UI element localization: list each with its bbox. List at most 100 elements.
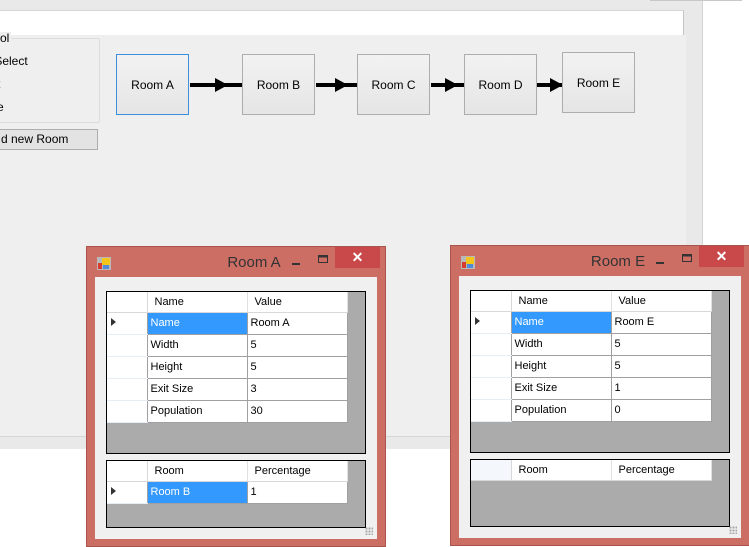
room-properties-grid[interactable]: Name Value Name Room E Width 5 Height 5 (470, 290, 730, 453)
property-name-cell[interactable]: Width (147, 334, 248, 357)
arrow-head-icon (215, 78, 228, 92)
current-row-icon (111, 487, 116, 495)
table-row[interactable]: Room B 1 (107, 481, 348, 504)
room-node-label: Room C (371, 77, 416, 92)
window-control-button[interactable] (650, 0, 742, 1)
arrow-head-icon (445, 78, 458, 92)
property-name-cell[interactable]: Height (511, 355, 612, 378)
table-row[interactable]: Name Room E (471, 311, 712, 334)
exit-percentage-cell[interactable]: 1 (247, 481, 348, 504)
row-header[interactable] (107, 481, 148, 504)
row-header[interactable] (471, 311, 512, 334)
row-header[interactable] (471, 399, 512, 422)
grid-header-row: Name Value (107, 292, 348, 313)
maximize-icon[interactable] (316, 252, 330, 268)
column-header-percentage[interactable]: Percentage (247, 461, 348, 482)
room-node-c[interactable]: Room C (357, 54, 430, 115)
tool-option-select[interactable]: /Select (0, 54, 28, 68)
property-value-cell[interactable]: Room A (247, 312, 348, 335)
property-value-cell[interactable]: 5 (611, 355, 712, 378)
column-header-value[interactable]: Value (611, 291, 712, 312)
property-name-cell[interactable]: Name (511, 311, 612, 334)
room-node-d[interactable]: Room D (464, 54, 537, 115)
property-name-cell[interactable]: Exit Size (511, 377, 612, 400)
property-value-cell[interactable]: 3 (247, 378, 348, 401)
maximize-icon[interactable] (680, 251, 694, 267)
property-value-cell[interactable]: 5 (247, 334, 348, 357)
property-value-cell[interactable]: 1 (611, 377, 712, 400)
minimize-icon[interactable] (653, 253, 667, 269)
room-node-e[interactable]: Room E (562, 52, 635, 113)
room-exits-grid[interactable]: Room Percentage Room B 1 (106, 460, 366, 528)
property-value-cell[interactable]: 5 (611, 333, 712, 356)
row-header[interactable] (107, 400, 148, 423)
row-header[interactable] (107, 334, 148, 357)
table-row[interactable]: Width 5 (107, 334, 348, 357)
property-name-cell[interactable]: Width (511, 333, 612, 356)
current-row-icon (111, 318, 116, 326)
table-row[interactable]: Height 5 (471, 355, 712, 378)
add-new-room-button[interactable]: d new Room (0, 129, 98, 150)
row-header-corner (107, 292, 148, 313)
close-button[interactable]: ✕ (335, 247, 380, 268)
room-node-label: Room D (478, 77, 523, 92)
table-row[interactable]: Width 5 (471, 333, 712, 356)
tool-option-remove[interactable]: ve (0, 100, 4, 114)
grid-header-row: Room Percentage (471, 460, 712, 481)
toolbar-strip (0, 10, 684, 35)
column-header-percentage[interactable]: Percentage (611, 460, 712, 481)
property-value-cell[interactable]: 5 (247, 356, 348, 379)
room-window-e: Room E ✕ Name Value Name Room E Width 5 … (450, 245, 749, 546)
tool-group-label: ol (0, 31, 12, 45)
property-value-cell[interactable]: 30 (247, 400, 348, 423)
room-node-a[interactable]: Room A (116, 54, 189, 115)
current-row-icon (475, 317, 480, 325)
room-exits-grid[interactable]: Room Percentage (470, 459, 730, 527)
column-header-room[interactable]: Room (147, 461, 248, 482)
row-header-corner (107, 461, 148, 482)
property-name-cell[interactable]: Population (147, 400, 248, 423)
close-button[interactable]: ✕ (699, 246, 744, 267)
property-value-cell[interactable]: 0 (611, 399, 712, 422)
property-name-cell[interactable]: Height (147, 356, 248, 379)
room-properties-grid[interactable]: Name Value Name Room A Width 5 Height 5 (106, 291, 366, 454)
row-header-corner (471, 291, 512, 312)
property-value-cell[interactable]: Room E (611, 311, 712, 334)
row-header[interactable] (471, 355, 512, 378)
arrow-head-icon (335, 78, 348, 92)
property-name-cell[interactable]: Name (147, 312, 248, 335)
room-window-a: Room A ✕ Name Value Name Room A Width 5 … (86, 246, 386, 547)
room-node-label: Room A (131, 77, 174, 92)
table-row[interactable]: Exit Size 3 (107, 378, 348, 401)
room-window-client: Name Value Name Room E Width 5 Height 5 (459, 276, 741, 538)
row-header[interactable] (107, 312, 148, 335)
room-window-client: Name Value Name Room A Width 5 Height 5 (95, 277, 377, 539)
row-header[interactable] (107, 378, 148, 401)
main-window-title: EEE – Environment Estimator Editor (0, 0, 702, 4)
column-header-name[interactable]: Name (147, 292, 248, 313)
room-node-label: Room B (256, 77, 301, 92)
room-node-b[interactable]: Room B (242, 54, 315, 115)
column-header-name[interactable]: Name (511, 291, 612, 312)
row-header-corner (471, 460, 512, 481)
minimize-icon[interactable] (289, 254, 303, 270)
row-header[interactable] (107, 356, 148, 379)
exit-room-cell[interactable]: Room B (147, 481, 248, 504)
column-header-room[interactable]: Room (511, 460, 612, 481)
grid-header-row: Name Value (471, 291, 712, 312)
table-row[interactable]: Exit Size 1 (471, 377, 712, 400)
table-row[interactable]: Population 0 (471, 399, 712, 422)
table-row[interactable]: Name Room A (107, 312, 348, 335)
row-header[interactable] (471, 333, 512, 356)
column-header-value[interactable]: Value (247, 292, 348, 313)
table-row[interactable]: Population 30 (107, 400, 348, 423)
room-node-label: Room E (576, 75, 621, 90)
tool-group: ol /Select ct ve (0, 32, 100, 123)
row-header[interactable] (471, 377, 512, 400)
resize-grip[interactable] (365, 527, 373, 535)
table-row[interactable]: Height 5 (107, 356, 348, 379)
property-name-cell[interactable]: Exit Size (147, 378, 248, 401)
grid-header-row: Room Percentage (107, 461, 348, 482)
resize-grip[interactable] (729, 526, 737, 534)
property-name-cell[interactable]: Population (511, 399, 612, 422)
